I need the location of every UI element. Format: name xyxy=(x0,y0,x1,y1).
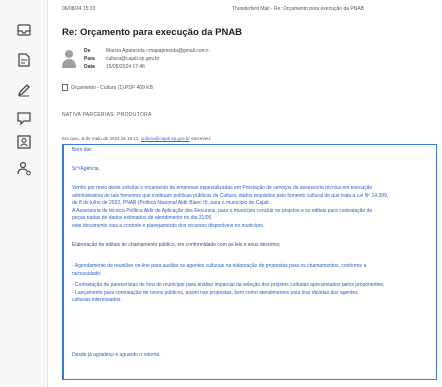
from-value[interactable]: Marcia Aparecida <mapaprecida@gmail.com> xyxy=(106,48,209,54)
quote-greeting: Bom dia! xyxy=(72,147,92,153)
quote-intro-link[interactable]: cultura@cajati.sp.gov.br xyxy=(141,136,190,141)
quote-intro-suffix: escreveu: xyxy=(191,136,212,141)
quote-p2: Elaboração de editais de chamamento públ… xyxy=(72,242,281,248)
window-title: Thunderbird Mail - Re: Orçamento para ex… xyxy=(232,6,365,12)
attachment-label: Orçamento - Cultura (1).PDF 409 KB xyxy=(71,84,153,91)
sender-signature: NATIVA PARCERIAS, PRODUTORA xyxy=(62,112,152,118)
to-label: Para xyxy=(84,56,95,62)
user-settings-icon[interactable] xyxy=(14,158,34,178)
file-icon xyxy=(62,84,68,91)
quote-closing: Desde já agradeço e aguardo o retorno. xyxy=(72,352,161,358)
quote-p3-line1: - Agendamento de reuniões on-line para a… xyxy=(72,263,367,269)
left-toolbar xyxy=(0,0,48,387)
quote-p3-line4: - Lançamento para contratação de novos p… xyxy=(72,289,358,296)
quote-p3-line3: - Contratação de pareceristas de fora do… xyxy=(72,282,385,288)
date-value: 15/05/2024 17:46 xyxy=(106,64,145,70)
avatar xyxy=(62,48,76,68)
quote-p1-line2: administrativa de tais fomentos que inst… xyxy=(72,192,389,199)
date-label: Data xyxy=(84,64,95,70)
quote-p1-line1: Venho por meio deste solicitar o orçamen… xyxy=(72,185,373,191)
inbox-icon[interactable] xyxy=(14,20,34,40)
note-icon[interactable] xyxy=(14,50,34,70)
quote-p1-line5: peças nadas de dados estimados de atendi… xyxy=(72,215,212,221)
quote-salutation: Sr°/Agência, xyxy=(72,166,100,172)
to-value[interactable]: cultura@cajati.sp.gov.br xyxy=(106,56,159,62)
quote-p3-line2: necessidade; xyxy=(72,270,102,277)
quote-p1-line6: este documento visa a controle e planeja… xyxy=(72,222,265,229)
chat-icon[interactable] xyxy=(14,108,34,128)
quoted-message: Bom dia! Sr°/Agência, Venho por meio des… xyxy=(62,144,437,380)
quote-p3-line5: culturais interessados. xyxy=(72,297,122,303)
quote-p1-line3: de 8 de julho de 2022, PNAB (Política Na… xyxy=(72,200,270,206)
quote-intro: Em qua., 8 de maio de 2024 às 10:11, cul… xyxy=(62,136,211,141)
attachment[interactable]: Orçamento - Cultura (1).PDF 409 KB xyxy=(62,84,153,91)
quote-p1-line4: A Assessoria de técnica Política Aldir d… xyxy=(72,207,373,214)
contact-card-icon[interactable] xyxy=(14,132,34,152)
message-subject: Re: Orçamento para execução da PNAB xyxy=(62,27,243,38)
pencil-icon[interactable] xyxy=(14,80,34,100)
from-label: De xyxy=(84,48,91,54)
timestamp: 06/08/24 15:33 xyxy=(62,6,96,12)
quote-intro-prefix: Em qua., 8 de maio de 2024 às 10:11, xyxy=(62,136,140,141)
